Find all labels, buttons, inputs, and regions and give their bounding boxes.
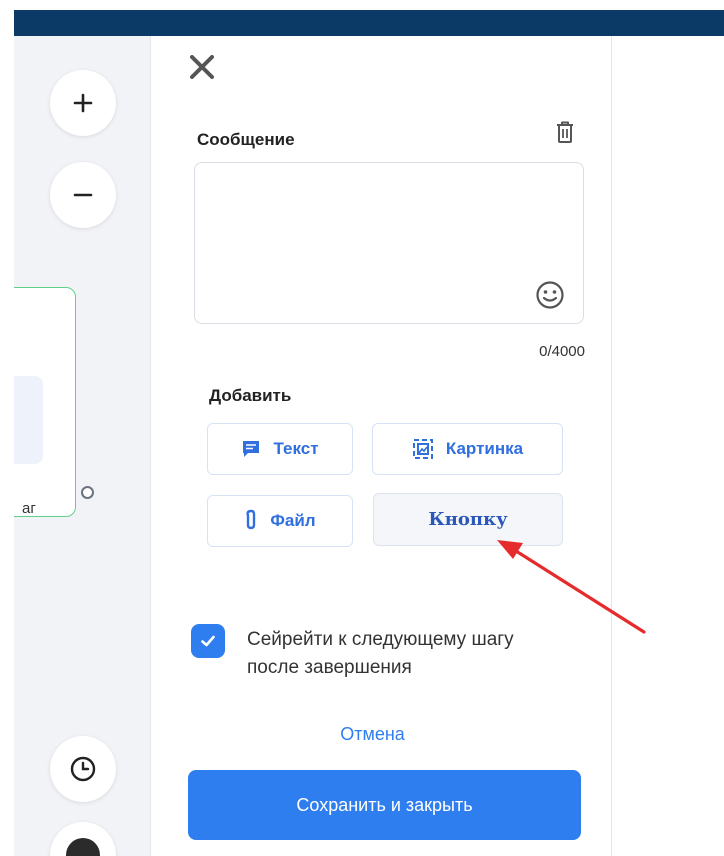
add-button-label: Кнопку [428,509,508,530]
char-counter: 0/4000 [539,343,585,360]
minus-icon [73,193,93,197]
image-icon [412,439,433,459]
message-editor-panel: Сообщение 0/4000 Добавить Текст Картинка [150,36,612,856]
clock-icon [70,756,96,782]
add-image-label: Картинка [445,439,524,458]
paperclip-icon [246,509,256,530]
flow-canvas[interactable]: аг [14,36,150,856]
node-step-label: аг [22,500,36,517]
message-textarea[interactable] [194,162,584,324]
chat-bubble-icon [243,441,260,457]
emoji-icon[interactable] [535,280,565,310]
extra-tool-button[interactable] [50,822,116,856]
history-button[interactable] [50,736,116,802]
add-section-label: Добавить [209,386,292,405]
checkmark-icon [201,635,215,647]
next-step-checkbox[interactable] [191,624,225,658]
dark-circle-icon [66,838,100,856]
top-bar [14,10,724,36]
zoom-out-button[interactable] [50,162,116,228]
add-file-label: Файл [270,511,316,530]
node-connector-handle[interactable] [81,486,94,499]
add-image-button[interactable]: Картинка [372,423,563,475]
add-file-button[interactable]: Файл [207,495,353,547]
flow-node[interactable] [14,287,76,517]
close-icon[interactable] [187,52,217,82]
save-and-close-button[interactable]: Сохранить и закрыть [188,770,581,840]
add-button-button[interactable]: Кнопку [373,493,563,546]
zoom-in-button[interactable] [50,70,116,136]
add-text-button[interactable]: Текст [207,423,353,475]
save-and-close-label: Сохранить и закрыть [296,794,473,815]
trash-icon[interactable] [555,120,575,144]
message-title: Сообщение [197,130,295,149]
node-content-block [14,376,43,464]
next-step-label: Сейрейти к следующему шагу после заверше… [247,629,514,678]
cancel-link[interactable]: Отмена [151,724,594,745]
add-text-label: Текст [273,439,319,458]
plus-icon [73,93,93,113]
